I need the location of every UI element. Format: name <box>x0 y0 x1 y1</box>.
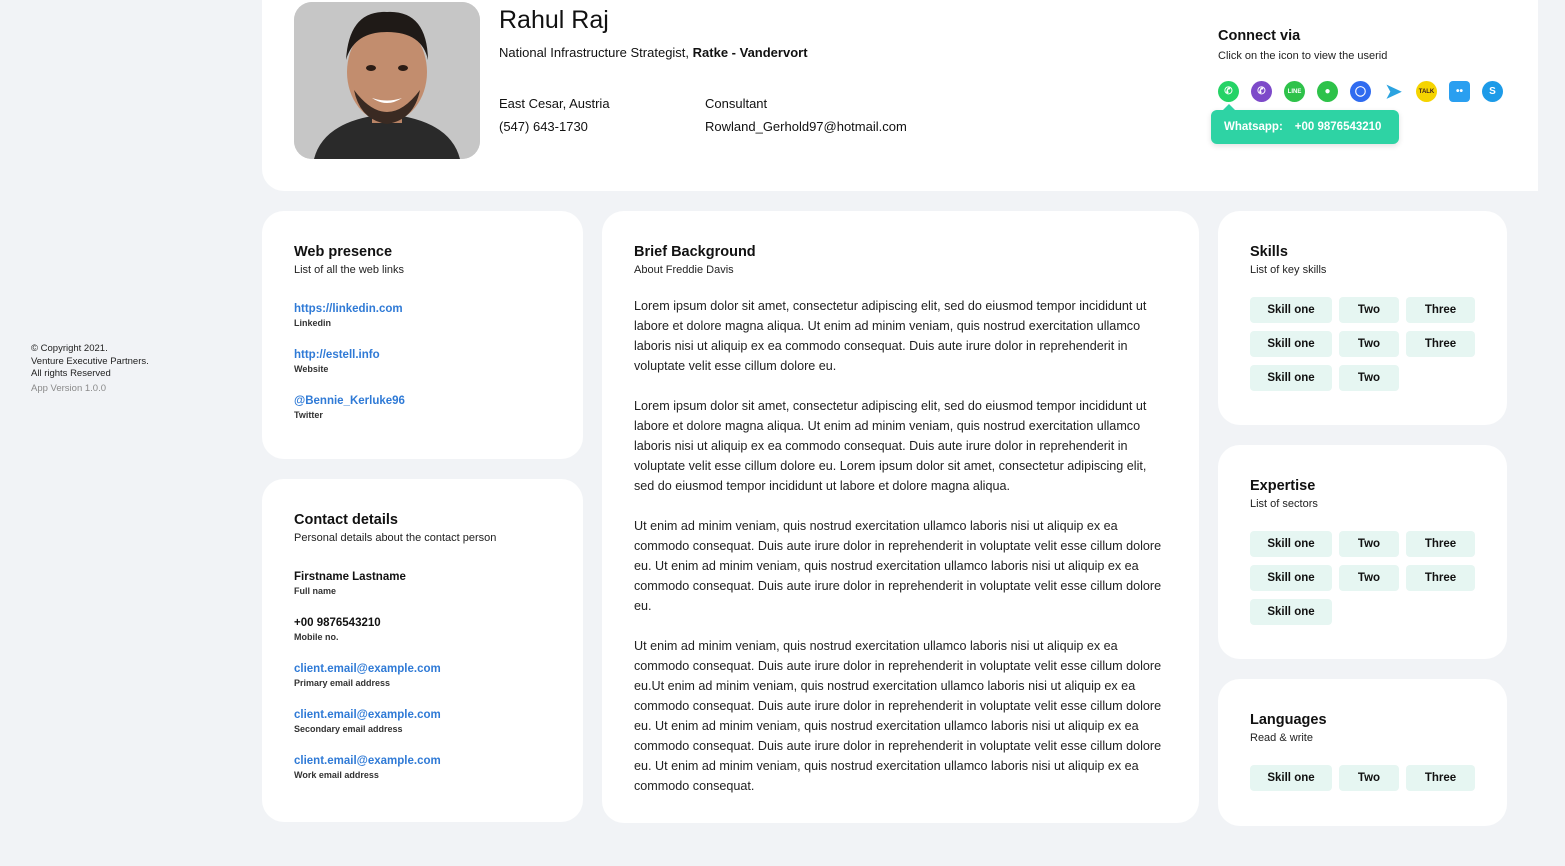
copyright-text: © Copyright 2021. <box>31 343 108 354</box>
list-item: Firstname Lastname Full name <box>294 571 551 596</box>
skill-chip: Skill one <box>1250 331 1332 357</box>
expertise-card: Expertise List of sectors Skill one Two … <box>1218 445 1507 659</box>
skill-chip: Two <box>1339 365 1399 391</box>
connect-subtitle: Click on the icon to view the userid <box>1218 50 1388 62</box>
skill-chip: Three <box>1406 297 1475 323</box>
profile-phone: (547) 643-1730 <box>499 119 588 134</box>
background-text: Lorem ipsum dolor sit amet, consectetur … <box>634 296 1167 796</box>
skill-chip: Two <box>1339 297 1399 323</box>
item-label: Work email address <box>294 770 379 780</box>
profile-name: Rahul Raj <box>499 6 609 34</box>
contact-details-card: Contact details Personal details about t… <box>262 479 583 822</box>
skill-chip: Skill one <box>1250 297 1332 323</box>
connect-title: Connect via <box>1218 28 1301 44</box>
company-text: Venture Executive Partners. <box>31 355 149 367</box>
profile-meta-left: East Cesar, Austria (547) 643-1730 <box>499 92 610 138</box>
item-label: Primary email address <box>294 678 391 688</box>
background-paragraph: Lorem ipsum dolor sit amet, consectetur … <box>634 299 1147 373</box>
list-item: https://linkedin.com Linkedin <box>294 303 551 328</box>
flickr-icon[interactable]: •• <box>1449 81 1470 102</box>
company-name: Ratke - Vandervort <box>692 45 808 60</box>
languages-subtitle: Read & write <box>1250 732 1313 744</box>
secondary-email-link[interactable]: client.email@example.com <box>294 709 551 721</box>
viber-icon[interactable]: ✆ <box>1251 81 1272 102</box>
expertise-subtitle: List of sectors <box>1250 498 1318 510</box>
linkedin-link[interactable]: https://linkedin.com <box>294 303 551 315</box>
expertise-chip: Two <box>1339 565 1399 591</box>
copyright-footer: © Copyright 2021. Venture Executive Part… <box>31 343 149 395</box>
brief-background-card: Brief Background About Freddie Davis Lor… <box>602 211 1199 823</box>
signal-icon[interactable]: ◯ <box>1350 81 1371 102</box>
work-email-link[interactable]: client.email@example.com <box>294 755 551 767</box>
expertise-chip: Skill one <box>1250 531 1332 557</box>
telegram-icon[interactable]: ➤ <box>1383 81 1404 103</box>
languages-card: Languages Read & write Skill one Two Thr… <box>1218 679 1507 826</box>
whatsapp-tooltip: Whatsapp: +00 9876543210 <box>1211 104 1399 144</box>
skype-icon[interactable]: S <box>1482 81 1503 102</box>
background-subtitle: About Freddie Davis <box>634 264 734 276</box>
skills-subtitle: List of key skills <box>1250 264 1327 276</box>
list-item: @Bennie_Kerluke96 Twitter <box>294 395 551 420</box>
item-label: Website <box>294 364 329 374</box>
expertise-chips: Skill one Two Three Skill one Two Three … <box>1250 531 1478 625</box>
contact-details-title: Contact details <box>294 512 398 528</box>
skills-card: Skills List of key skills Skill one Two … <box>1218 211 1507 425</box>
languages-chips: Skill one Two Three <box>1250 765 1478 791</box>
background-title: Brief Background <box>634 244 756 260</box>
item-label: Mobile no. <box>294 632 339 642</box>
skill-chip: Two <box>1339 331 1399 357</box>
tooltip-label: Whatsapp: <box>1224 121 1283 133</box>
language-chip: Three <box>1406 765 1475 791</box>
role-title: National Infrastructure Strategist, <box>499 45 693 60</box>
skill-chip: Three <box>1406 331 1475 357</box>
expertise-chip: Skill one <box>1250 599 1332 625</box>
kakaotalk-icon[interactable]: TALK <box>1416 81 1437 102</box>
skills-title: Skills <box>1250 244 1288 260</box>
mobile-value: +00 9876543210 <box>294 617 381 629</box>
expertise-chip: Skill one <box>1250 565 1332 591</box>
web-presence-title: Web presence <box>294 244 393 260</box>
expertise-chip: Two <box>1339 531 1399 557</box>
item-label: Linkedin <box>294 318 332 328</box>
primary-email-link[interactable]: client.email@example.com <box>294 663 551 675</box>
profile-meta-right: Consultant Rowland_Gerhold97@hotmail.com <box>705 92 907 138</box>
list-item: client.email@example.com Secondary email… <box>294 709 551 734</box>
contact-details-subtitle: Personal details about the contact perso… <box>294 532 497 544</box>
twitter-link[interactable]: @Bennie_Kerluke96 <box>294 395 551 407</box>
skills-chips: Skill one Two Three Skill one Two Three … <box>1250 297 1478 391</box>
full-name-value: Firstname Lastname <box>294 571 406 583</box>
profile-role: National Infrastructure Strategist, Ratk… <box>499 45 808 60</box>
profile-email: Rowland_Gerhold97@hotmail.com <box>705 119 907 134</box>
social-icons: ✆ ✆ LINE ● ◯ ➤ TALK •• S <box>1218 81 1503 103</box>
expertise-title: Expertise <box>1250 478 1316 494</box>
list-item: client.email@example.com Work email addr… <box>294 755 551 780</box>
whatsapp-icon[interactable]: ✆ <box>1218 81 1239 102</box>
languages-title: Languages <box>1250 712 1327 728</box>
list-item: http://estell.info Website <box>294 349 551 374</box>
line-icon[interactable]: LINE <box>1284 81 1305 102</box>
tooltip-value: +00 9876543210 <box>1294 121 1382 133</box>
item-label: Full name <box>294 586 337 596</box>
item-label: Twitter <box>294 410 323 420</box>
language-chip: Two <box>1339 765 1399 791</box>
profile-type: Consultant <box>705 96 768 111</box>
rights-text: All rights Reserved <box>31 368 111 379</box>
avatar <box>294 2 480 159</box>
web-presence-card: Web presence List of all the web links h… <box>262 211 583 459</box>
list-item: client.email@example.com Primary email a… <box>294 663 551 688</box>
app-version: App Version 1.0.0 <box>31 382 106 394</box>
background-paragraph: Ut enim ad minim veniam, quis nostrud ex… <box>634 519 1162 613</box>
wechat-icon[interactable]: ● <box>1317 81 1338 102</box>
profile-location: East Cesar, Austria <box>499 96 610 111</box>
language-chip: Skill one <box>1250 765 1332 791</box>
background-paragraph: Lorem ipsum dolor sit amet, consectetur … <box>634 399 1147 493</box>
item-label: Secondary email address <box>294 724 403 734</box>
skill-chip: Skill one <box>1250 365 1332 391</box>
expertise-chip: Three <box>1406 565 1475 591</box>
list-item: +00 9876543210 Mobile no. <box>294 617 551 642</box>
background-paragraph: Ut enim ad minim veniam, quis nostrud ex… <box>634 639 1162 793</box>
web-presence-subtitle: List of all the web links <box>294 264 405 276</box>
website-link[interactable]: http://estell.info <box>294 349 551 361</box>
expertise-chip: Three <box>1406 531 1475 557</box>
